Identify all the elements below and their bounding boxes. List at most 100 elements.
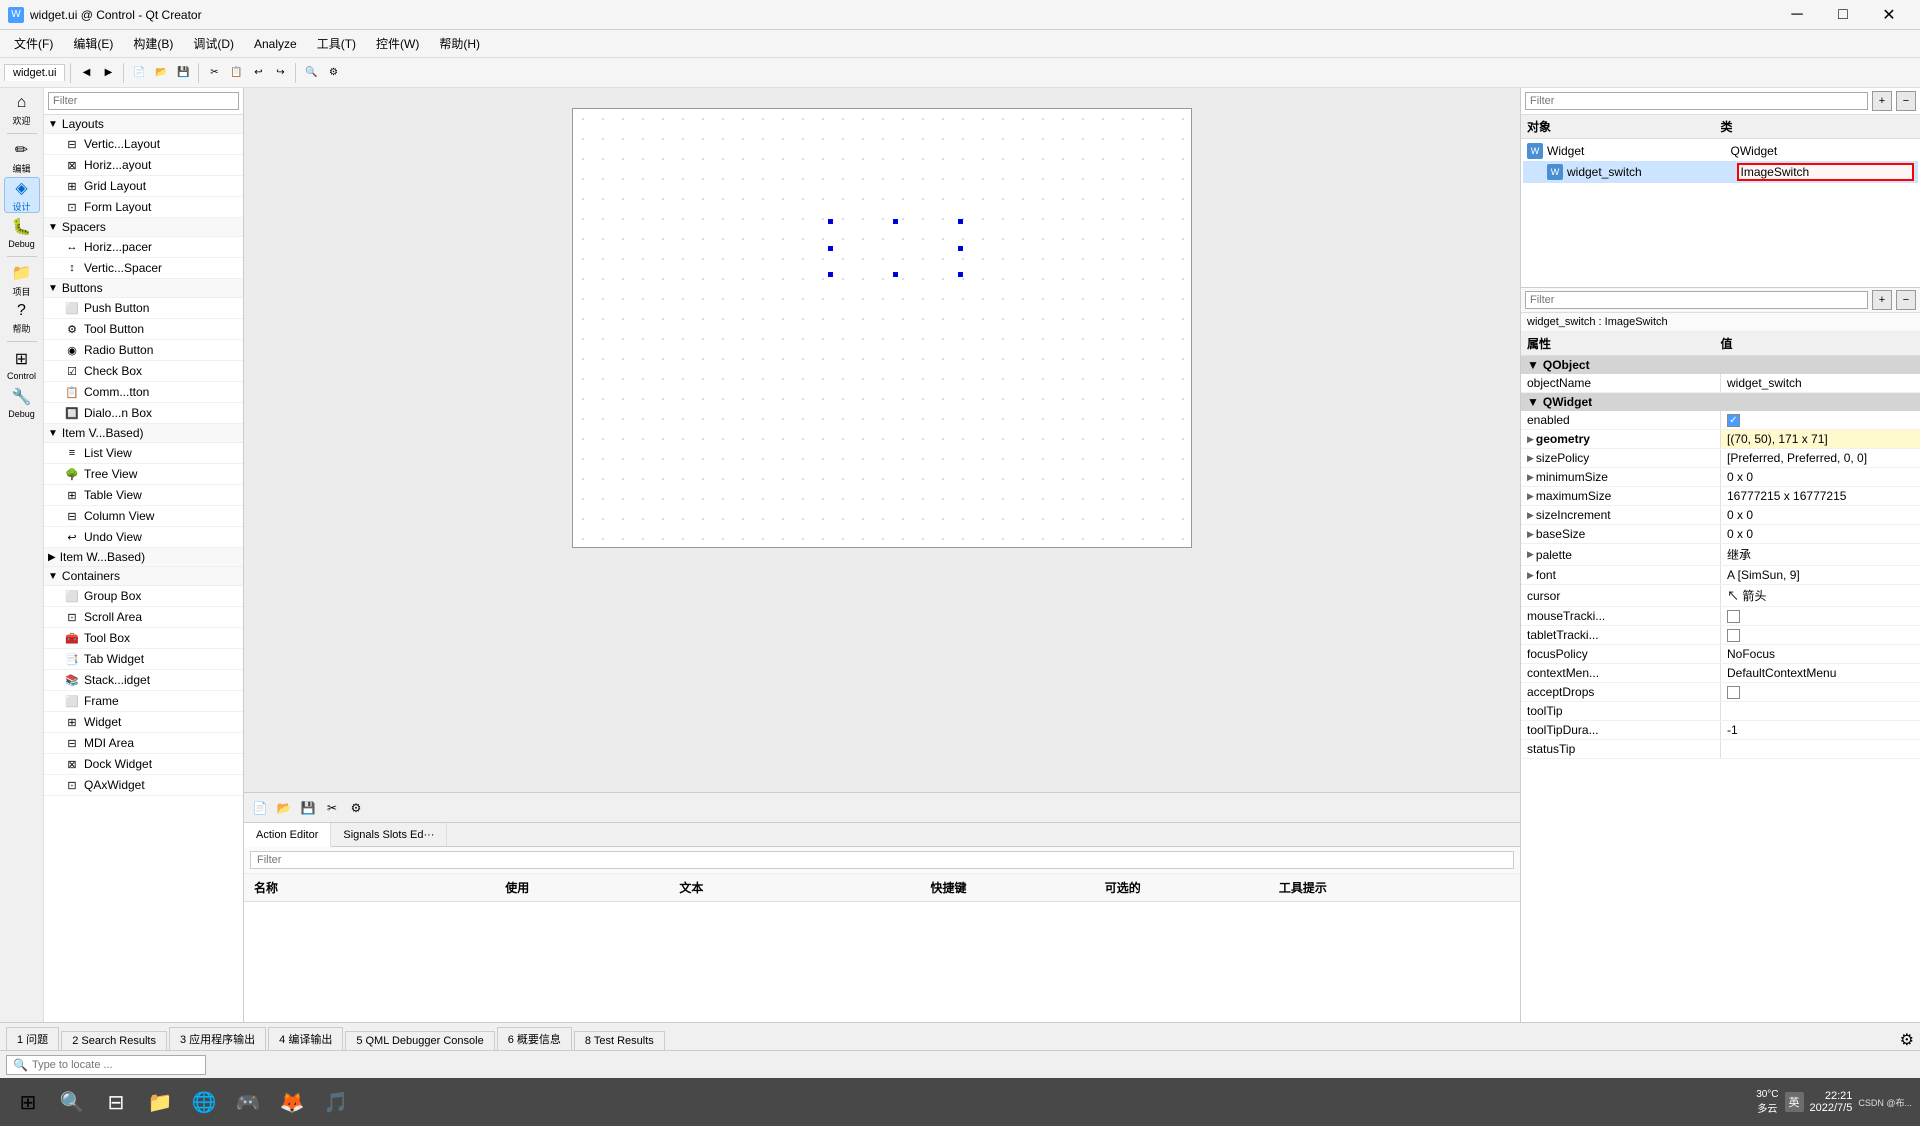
prop-mousetracking-val[interactable] [1721, 607, 1920, 625]
prop-sizeincrement[interactable]: ▶ sizeIncrement 0 x 0 [1521, 506, 1920, 525]
category-layouts[interactable]: ▼ Layouts [44, 115, 243, 134]
widget-scroll-area[interactable]: ⊡ Scroll Area [44, 607, 243, 628]
widget-grid-layout[interactable]: ⊞ Grid Layout [44, 176, 243, 197]
canvas-tool-save[interactable]: 💾 [298, 798, 318, 818]
tab-problems[interactable]: 1 问题 [6, 1027, 59, 1050]
sidebar-help-btn[interactable]: ? 帮助 [4, 300, 40, 336]
widget-filter-input[interactable] [48, 92, 239, 110]
widget-table-view[interactable]: ⊞ Table View [44, 485, 243, 506]
bottom-settings-btn[interactable]: ⚙ [1900, 1030, 1914, 1050]
sidebar-debug-btn[interactable]: 🐛 Debug [4, 215, 40, 251]
prop-font[interactable]: ▶ font A [SimSun, 9] [1521, 566, 1920, 585]
action-filter-input[interactable] [250, 851, 1514, 869]
app3-btn[interactable]: 🎵 [316, 1082, 356, 1122]
tab-signals-slots[interactable]: Signals Slots Ed··· [331, 823, 447, 846]
design-canvas[interactable] [244, 88, 1520, 792]
widget-stacked-widget[interactable]: 📚 Stack...idget [44, 670, 243, 691]
widget-qaxwidget[interactable]: ⊡ QAxWidget [44, 775, 243, 796]
widget-check-box[interactable]: ☑ Check Box [44, 361, 243, 382]
prop-minimumsize[interactable]: ▶ minimumSize 0 x 0 [1521, 468, 1920, 487]
widget-tool-button[interactable]: ⚙ Tool Button [44, 319, 243, 340]
toolbar-btn-copy[interactable]: 📋 [226, 63, 246, 83]
menu-file[interactable]: 文件(F) [4, 31, 63, 56]
category-item-w[interactable]: ▶ Item W...Based) [44, 548, 243, 567]
handle-bl[interactable] [828, 272, 833, 277]
widget-dock-widget[interactable]: ⊠ Dock Widget [44, 754, 243, 775]
enabled-checkbox[interactable]: ✓ [1727, 414, 1740, 427]
toolbar-btn-undo[interactable]: ↩ [248, 63, 268, 83]
app2-btn[interactable]: 🦊 [272, 1082, 312, 1122]
maximize-button[interactable]: □ [1820, 0, 1866, 30]
prop-focuspolicy-val[interactable]: NoFocus [1721, 645, 1920, 663]
tab-search-results[interactable]: 2 Search Results [61, 1031, 167, 1050]
menu-analyze[interactable]: Analyze [244, 33, 307, 55]
widget-radio-button[interactable]: ◉ Radio Button [44, 340, 243, 361]
obj-row-widget-switch[interactable]: W widget_switch ImageSwitch [1523, 161, 1918, 183]
prop-objectname-val[interactable]: widget_switch [1721, 374, 1920, 392]
acceptdrops-checkbox[interactable] [1727, 686, 1740, 699]
tab-test-results[interactable]: 8 Test Results [574, 1031, 665, 1050]
canvas-tool-settings[interactable]: ⚙ [346, 798, 366, 818]
sidebar-welcome-btn[interactable]: ⌂ 欢迎 [4, 92, 40, 128]
mousetracking-checkbox[interactable] [1727, 610, 1740, 623]
close-button[interactable]: ✕ [1866, 0, 1912, 30]
handle-br[interactable] [958, 272, 963, 277]
category-buttons[interactable]: ▼ Buttons [44, 279, 243, 298]
widget-list-view[interactable]: ≡ List View [44, 443, 243, 464]
handle-tl[interactable] [828, 219, 833, 224]
widget-horiz-spacer[interactable]: ↔ Horiz...pacer [44, 237, 243, 258]
sidebar-edit-btn[interactable]: ✏ 编辑 [4, 139, 40, 175]
sidebar-control-btn[interactable]: ⊞ Control [4, 347, 40, 383]
handle-mr[interactable] [958, 246, 963, 251]
toolbar-btn-1[interactable]: ◀ [76, 63, 96, 83]
tab-overview[interactable]: 6 概要信息 [497, 1027, 572, 1050]
widget-frame[interactable]: ⬜ Frame [44, 691, 243, 712]
handle-ml[interactable] [828, 246, 833, 251]
category-spacers[interactable]: ▼ Spacers [44, 218, 243, 237]
prop-statustip-val[interactable] [1721, 740, 1920, 758]
tablettracking-checkbox[interactable] [1727, 629, 1740, 642]
toolbar-btn-redo[interactable]: ↪ [270, 63, 290, 83]
canvas-tool-cut[interactable]: ✂ [322, 798, 342, 818]
tab-qml-debugger[interactable]: 5 QML Debugger Console [345, 1031, 494, 1050]
prop-tooltip-val[interactable] [1721, 702, 1920, 720]
prop-basesize[interactable]: ▶ baseSize 0 x 0 [1521, 525, 1920, 544]
widget-dialog-box[interactable]: 🔲 Dialo...n Box [44, 403, 243, 424]
toolbar-btn-2[interactable]: ▶ [98, 63, 118, 83]
file-explorer-btn[interactable]: 📁 [140, 1082, 180, 1122]
obj-remove-button[interactable]: − [1896, 91, 1916, 111]
widget-group-box[interactable]: ⬜ Group Box [44, 586, 243, 607]
prop-contextmenu-val[interactable]: DefaultContextMenu [1721, 664, 1920, 682]
widget-column-view[interactable]: ⊟ Column View [44, 506, 243, 527]
widget-command-button[interactable]: 📋 Comm...tton [44, 382, 243, 403]
handle-bc[interactable] [893, 272, 898, 277]
tab-compile-output[interactable]: 4 编译输出 [268, 1027, 343, 1050]
start-button[interactable]: ⊞ [8, 1082, 48, 1122]
menu-build[interactable]: 构建(B) [123, 31, 183, 56]
toolbar-btn-new[interactable]: 📄 [129, 63, 149, 83]
props-remove-button[interactable]: − [1896, 290, 1916, 310]
prop-palette[interactable]: ▶ palette 继承 [1521, 544, 1920, 566]
toolbar-btn-save[interactable]: 💾 [173, 63, 193, 83]
prop-sizepolicy[interactable]: ▶ sizePolicy [Preferred, Preferred, 0, 0… [1521, 449, 1920, 468]
prop-geometry[interactable]: ▶ geometry [(70, 50), 171 x 71] [1521, 430, 1920, 449]
search-button[interactable]: 🔍 [52, 1082, 92, 1122]
sidebar-debug2-btn[interactable]: 🔧 Debug [4, 385, 40, 421]
handle-tr[interactable] [958, 219, 963, 224]
widget-mdi-area[interactable]: ⊟ MDI Area [44, 733, 243, 754]
menu-tools[interactable]: 工具(T) [307, 31, 366, 56]
widget-tree-view[interactable]: 🌳 Tree View [44, 464, 243, 485]
obj-filter-input[interactable] [1525, 92, 1868, 110]
widget-widget[interactable]: ⊞ Widget [44, 712, 243, 733]
widget-form-layout[interactable]: ⊡ Form Layout [44, 197, 243, 218]
tab-action-editor[interactable]: Action Editor [244, 823, 331, 847]
task-view-button[interactable]: ⊟ [96, 1082, 136, 1122]
toolbar-btn-settings[interactable]: ⚙ [323, 63, 343, 83]
widget-tab-widget[interactable]: 📑 Tab Widget [44, 649, 243, 670]
handle-tc[interactable] [893, 219, 898, 224]
menu-controls[interactable]: 控件(W) [366, 31, 429, 56]
obj-add-button[interactable]: + [1872, 91, 1892, 111]
toolbar-btn-search[interactable]: 🔍 [301, 63, 321, 83]
prop-tablettracking-val[interactable] [1721, 626, 1920, 644]
locate-input[interactable] [32, 1059, 199, 1071]
